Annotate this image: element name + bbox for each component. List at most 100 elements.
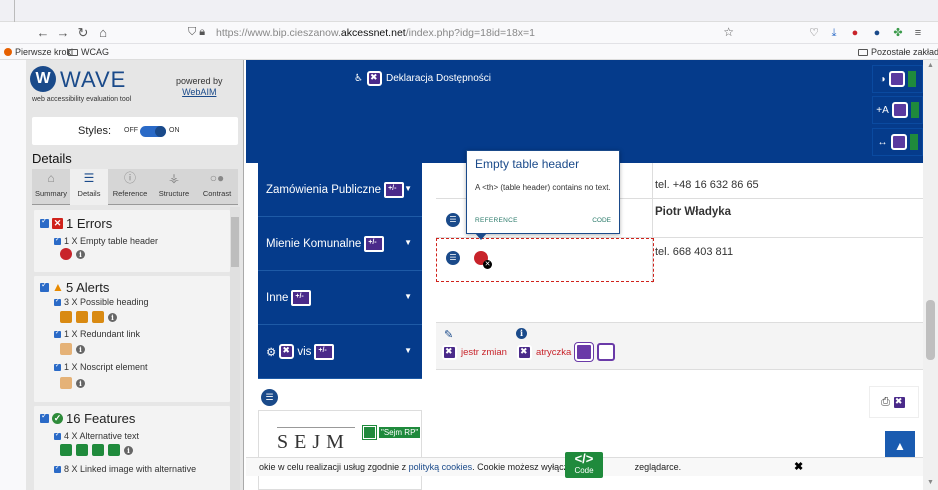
width-tool[interactable]: ↔: [872, 128, 923, 156]
wave-logo-text: WAVE: [60, 67, 127, 92]
noscript-icons: i: [60, 377, 85, 389]
puzzle-icon[interactable]: ✤: [890, 25, 906, 41]
item-checkbox[interactable]: [54, 362, 61, 371]
errors-checkbox[interactable]: [40, 216, 49, 228]
info-icon[interactable]: i: [516, 328, 527, 339]
tooltip-reference-link[interactable]: REFERENCE: [475, 217, 518, 224]
menu-icon[interactable]: ≡: [910, 25, 926, 41]
alt-text-icons: i: [60, 444, 133, 456]
alert-item-noscript[interactable]: 1 X Noscript element: [54, 362, 148, 372]
reload-icon[interactable]: ↻: [75, 25, 91, 41]
bookmark-wcag[interactable]: WCAG: [68, 47, 109, 57]
tooltip-code-link[interactable]: CODE: [592, 217, 611, 224]
scrollbar-thumb[interactable]: [231, 217, 239, 267]
possible-heading-icon[interactable]: [92, 311, 104, 323]
bookmark-star-icon[interactable]: ☆: [723, 25, 734, 39]
possible-heading-icon[interactable]: [76, 311, 88, 323]
alt-text-icon[interactable]: [108, 444, 120, 456]
left-margin: [0, 60, 26, 490]
table-icon[interactable]: ☰: [445, 250, 461, 266]
noscript-marker-icon[interactable]: [597, 343, 616, 361]
changes-register-link[interactable]: jestr zmian: [461, 347, 507, 358]
item-checkbox[interactable]: [54, 297, 61, 306]
download-icon[interactable]: ⤓: [826, 25, 842, 41]
other-bookmarks[interactable]: Pozostałe zakładki: [858, 47, 938, 57]
styles-toggle[interactable]: [140, 126, 166, 137]
edit-icon[interactable]: ✎: [444, 328, 453, 341]
wave-marker-icon[interactable]: [366, 71, 382, 86]
info-icon[interactable]: i: [124, 445, 133, 455]
scroll-up-icon[interactable]: ▲: [926, 62, 935, 71]
tab-details[interactable]: ☰ Details: [70, 169, 108, 205]
alerts-checkbox[interactable]: [40, 280, 49, 292]
tab-contrast[interactable]: ○● Contrast: [196, 169, 238, 205]
item-checkbox[interactable]: [54, 464, 61, 473]
scroll-down-icon[interactable]: ▼: [926, 479, 935, 488]
scrollbar-thumb[interactable]: [926, 300, 935, 360]
alert-item-possible-heading[interactable]: 3 X Possible heading: [54, 297, 149, 307]
url-text[interactable]: https://www.bip.cieszanow.akcessnet.net/…: [216, 27, 535, 39]
item-checkbox[interactable]: [54, 431, 61, 440]
item-checkbox[interactable]: [54, 236, 61, 245]
info-icon[interactable]: i: [76, 249, 85, 259]
print-tool[interactable]: ⎙: [869, 386, 919, 418]
menu-inne[interactable]: Inne▼: [258, 271, 422, 325]
feature-item-linked-image[interactable]: 8 X Linked image with alternative: [54, 464, 196, 474]
errors-category[interactable]: ✕ 1 Errors: [40, 216, 112, 231]
item-checkbox[interactable]: [54, 329, 61, 338]
page-scrollbar[interactable]: ▲ ▼: [923, 60, 938, 490]
extension-icon[interactable]: ●: [847, 25, 863, 41]
contrast-tool[interactable]: ◑: [872, 65, 923, 93]
shield-icon[interactable]: ⛉ 🔒︎: [188, 26, 205, 39]
error-item-empty-th[interactable]: 1 X Empty table header: [54, 236, 158, 246]
back-icon[interactable]: ←: [35, 25, 51, 41]
alt-text-icon[interactable]: [76, 444, 88, 456]
possible-heading-icon[interactable]: [60, 311, 72, 323]
cookie-policy-link[interactable]: polityką cookies: [409, 462, 473, 472]
tab-reference[interactable]: ⓘ Reference: [108, 169, 152, 205]
redirect-icon[interactable]: [574, 342, 595, 362]
menu-mienie[interactable]: Mienie Komunalne▼: [258, 217, 422, 271]
font-size-tool[interactable]: +A: [872, 96, 923, 124]
features-category[interactable]: ✓ 16 Features: [40, 411, 135, 426]
alt-text-icon[interactable]: [92, 444, 104, 456]
address-bar[interactable]: ⛉ 🔒︎ https://www.bip.cieszanow.akcessnet…: [172, 24, 738, 42]
error-icons: i: [60, 248, 85, 260]
alt-text-icon[interactable]: [60, 444, 72, 456]
feature-item-alt-text[interactable]: 4 X Alternative text: [54, 431, 139, 441]
info-icon[interactable]: i: [108, 312, 117, 322]
wave-scrollbar[interactable]: [230, 207, 240, 490]
redundant-link-icon[interactable]: [60, 343, 72, 355]
noscript-icon[interactable]: [60, 377, 72, 389]
info-icon: ⓘ: [123, 171, 136, 185]
empty-th-icon[interactable]: [60, 248, 72, 260]
home-icon[interactable]: ⌂: [95, 25, 111, 41]
menu-serwis[interactable]: ⚙vis▼: [258, 325, 422, 379]
code-button[interactable]: </> Code: [565, 452, 603, 478]
info-icon[interactable]: i: [76, 344, 85, 354]
code-icon: </>: [574, 451, 594, 466]
close-icon[interactable]: ✖: [794, 460, 803, 473]
pocket-icon[interactable]: ♡: [806, 25, 822, 41]
menu-zamowienia[interactable]: Zamówienia Publiczne▼: [258, 163, 422, 217]
list-icon[interactable]: ☰: [261, 389, 278, 406]
sejm-banner[interactable]: SEJM "Sejm RP": [258, 410, 422, 490]
info-icon[interactable]: i: [76, 378, 85, 388]
tab-structure[interactable]: ⚶ Structure: [152, 169, 196, 205]
features-checkbox[interactable]: [40, 411, 49, 423]
metryczka-link[interactable]: atryczka: [536, 347, 571, 358]
bookmark-first-steps[interactable]: Pierwsze kroki: [4, 47, 73, 57]
nav-toolbar: ← → ↻ ⌂ ⛉ 🔒︎ https://www.bip.cieszanow.a…: [0, 22, 938, 44]
container-icon: [291, 289, 312, 306]
accessibility-declaration-link[interactable]: ♿︎ Deklaracja Dostępności: [354, 71, 491, 86]
empty-th-error-icon[interactable]: ✕: [473, 250, 492, 269]
alert-item-redundant-link[interactable]: 1 X Redundant link: [54, 329, 140, 339]
webaim-link[interactable]: WebAIM: [182, 87, 216, 97]
tab-summary[interactable]: ⌂ Summary: [32, 169, 70, 205]
powered-by-label: powered by: [176, 76, 223, 86]
table-icon[interactable]: ☰: [445, 212, 461, 228]
alerts-category[interactable]: ▲ 5 Alerts: [40, 280, 109, 295]
alt-text-icon: [362, 425, 377, 440]
wave-extension-icon[interactable]: ●: [869, 25, 885, 41]
forward-icon[interactable]: →: [55, 25, 71, 41]
